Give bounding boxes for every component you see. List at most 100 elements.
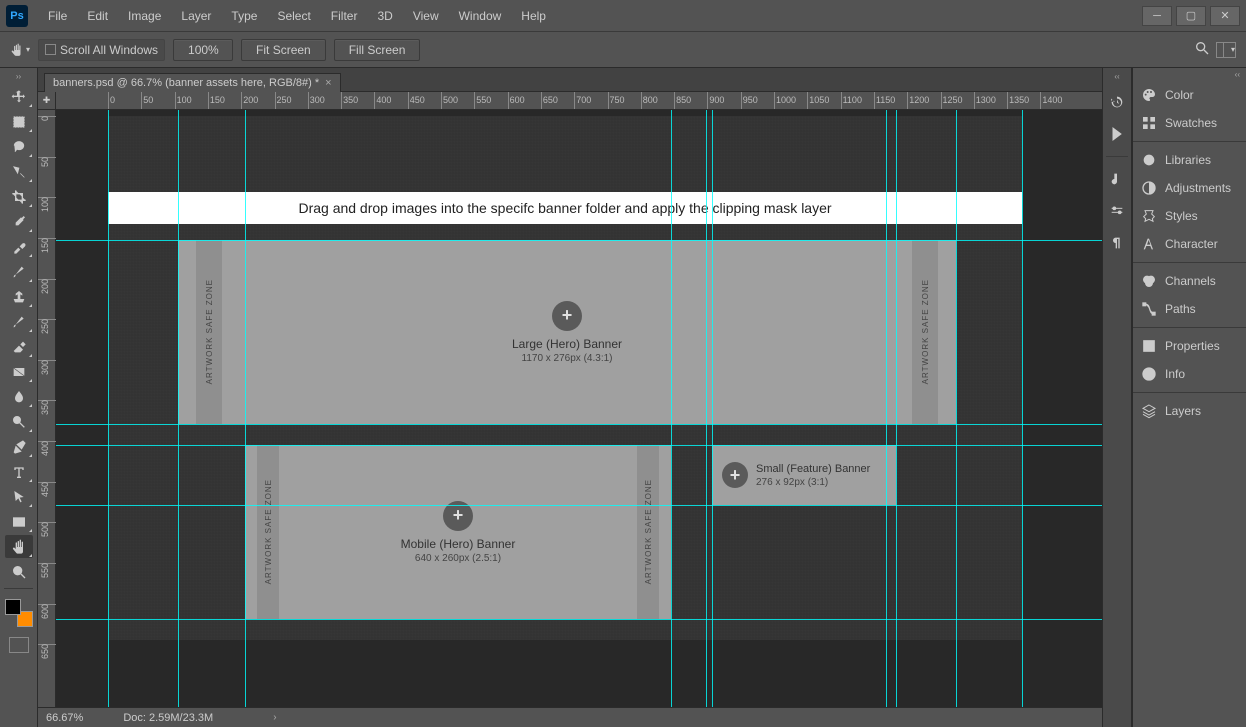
ruler-horizontal[interactable]: 0501001502002503003504004505005506006507… (56, 92, 1102, 110)
guide-horizontal[interactable] (56, 505, 1102, 506)
fill-screen-button[interactable]: Fill Screen (334, 39, 421, 61)
panel-collapse-handle[interactable]: ‹‹ (1114, 72, 1119, 84)
menu-layer[interactable]: Layer (171, 0, 221, 32)
status-doc-size[interactable]: Doc: 2.59M/23.3M (123, 712, 213, 724)
menu-filter[interactable]: Filter (321, 0, 368, 32)
canvas-viewport[interactable]: ✚ 05010015020025030035040045050055060065… (38, 92, 1102, 707)
guide-vertical[interactable] (1022, 110, 1023, 707)
guide-horizontal[interactable] (56, 240, 1102, 241)
actions-panel-icon[interactable] (1107, 124, 1127, 144)
brush-settings-panel-icon[interactable] (1107, 201, 1127, 221)
app-logo: Ps (6, 5, 28, 27)
panel-character[interactable]: Character (1133, 230, 1246, 258)
guide-vertical[interactable] (706, 110, 707, 707)
mobile-hero-banner-area[interactable]: ARTWORK SAFE ZONE ARTWORK SAFE ZONE + Mo… (245, 445, 671, 619)
foreground-color-swatch[interactable] (5, 599, 21, 615)
hand-tool[interactable] (5, 535, 33, 558)
panel-libraries[interactable]: Libraries (1133, 146, 1246, 174)
close-tab-icon[interactable]: × (325, 77, 331, 89)
guide-vertical[interactable] (108, 110, 109, 707)
workspace-switcher[interactable] (1216, 42, 1236, 58)
safezone-right: ARTWORK SAFE ZONE (637, 445, 659, 619)
menu-type[interactable]: Type (221, 0, 267, 32)
quick-selection-tool[interactable] (5, 160, 33, 183)
move-tool[interactable] (5, 85, 33, 108)
guide-vertical[interactable] (896, 110, 897, 707)
brushes-panel-icon[interactable] (1107, 169, 1127, 189)
ruler-origin[interactable]: ✚ (38, 92, 56, 110)
menu-select[interactable]: Select (267, 0, 320, 32)
guide-vertical[interactable] (671, 110, 672, 707)
panel-collapse-handle[interactable]: ‹‹ (1133, 68, 1246, 81)
window-controls: ─ ▢ ✕ (1138, 6, 1240, 26)
scroll-all-windows-checkbox[interactable]: Scroll All Windows (38, 39, 165, 61)
status-zoom[interactable]: 66.67% (46, 712, 83, 724)
menu-image[interactable]: Image (118, 0, 171, 32)
type-tool[interactable] (5, 460, 33, 483)
small-feature-banner-area[interactable]: + Small (Feature) Banner 276 x 92px (3:1… (712, 445, 896, 505)
history-panel-icon[interactable] (1107, 92, 1127, 112)
clone-stamp-tool[interactable] (5, 285, 33, 308)
menu-help[interactable]: Help (511, 0, 556, 32)
status-flyout-icon[interactable]: › (273, 712, 276, 723)
window-maximize-button[interactable]: ▢ (1176, 6, 1206, 26)
rectangle-tool[interactable] (5, 510, 33, 533)
menu-file[interactable]: File (38, 0, 77, 32)
panel-info[interactable]: Info (1133, 360, 1246, 388)
panel-channels[interactable]: Channels (1133, 267, 1246, 295)
zoom-tool[interactable] (5, 560, 33, 583)
guide-vertical[interactable] (712, 110, 713, 707)
guide-vertical[interactable] (245, 110, 246, 707)
guide-horizontal[interactable] (56, 424, 1102, 425)
paragraph-panel-icon[interactable] (1107, 233, 1127, 253)
guide-vertical[interactable] (886, 110, 887, 707)
panel-color[interactable]: Color (1133, 81, 1246, 109)
panel-styles[interactable]: Styles (1133, 202, 1246, 230)
right-panels: ‹‹ Color Swatches Libraries Adjustments … (1132, 68, 1246, 727)
banner-title: Small (Feature) Banner (756, 463, 870, 475)
guide-horizontal[interactable] (56, 445, 1102, 446)
tools-panel: ›› (0, 68, 38, 727)
path-selection-tool[interactable] (5, 485, 33, 508)
brush-tool[interactable] (5, 260, 33, 283)
eraser-tool[interactable] (5, 335, 33, 358)
window-close-button[interactable]: ✕ (1210, 6, 1240, 26)
panel-swatches[interactable]: Swatches (1133, 109, 1246, 137)
gradient-tool[interactable] (5, 360, 33, 383)
fit-screen-button[interactable]: Fit Screen (241, 39, 326, 61)
menu-window[interactable]: Window (449, 0, 512, 32)
safezone-right: ARTWORK SAFE ZONE (912, 240, 938, 424)
ruler-vertical[interactable]: 050100150200250300350400450500550600650 (38, 110, 56, 707)
panel-properties[interactable]: Properties (1133, 332, 1246, 360)
guide-vertical[interactable] (178, 110, 179, 707)
eyedropper-tool[interactable] (5, 210, 33, 233)
panel-paths[interactable]: Paths (1133, 295, 1246, 323)
guide-horizontal[interactable] (56, 619, 1102, 620)
large-hero-banner-area[interactable]: ARTWORK SAFE ZONE ARTWORK SAFE ZONE + La… (178, 240, 956, 424)
options-bar: ▾ Scroll All Windows 100% Fit Screen Fil… (0, 32, 1246, 68)
foreground-background-color[interactable] (5, 599, 33, 627)
current-tool-icon[interactable]: ▾ (10, 40, 30, 60)
dodge-tool[interactable] (5, 410, 33, 433)
zoom-level-button[interactable]: 100% (173, 39, 233, 61)
blur-tool[interactable] (5, 385, 33, 408)
panel-adjustments[interactable]: Adjustments (1133, 174, 1246, 202)
history-brush-tool[interactable] (5, 310, 33, 333)
status-bar: 66.67% Doc: 2.59M/23.3M › (38, 707, 1102, 727)
plus-icon: + (552, 301, 582, 331)
marquee-tool[interactable] (5, 110, 33, 133)
document-tab[interactable]: banners.psd @ 66.7% (banner assets here,… (44, 73, 341, 92)
guide-vertical[interactable] (956, 110, 957, 707)
pen-tool[interactable] (5, 435, 33, 458)
crop-tool[interactable] (5, 185, 33, 208)
panel-layers[interactable]: Layers (1133, 397, 1246, 425)
lasso-tool[interactable] (5, 135, 33, 158)
search-icon[interactable] (1194, 40, 1210, 59)
quick-mask-toggle[interactable] (9, 637, 29, 653)
menu-3d[interactable]: 3D (367, 0, 402, 32)
menu-view[interactable]: View (403, 0, 449, 32)
menu-edit[interactable]: Edit (77, 0, 118, 32)
toolbar-expand-handle[interactable]: ›› (0, 72, 37, 84)
healing-brush-tool[interactable] (5, 235, 33, 258)
window-minimize-button[interactable]: ─ (1142, 6, 1172, 26)
